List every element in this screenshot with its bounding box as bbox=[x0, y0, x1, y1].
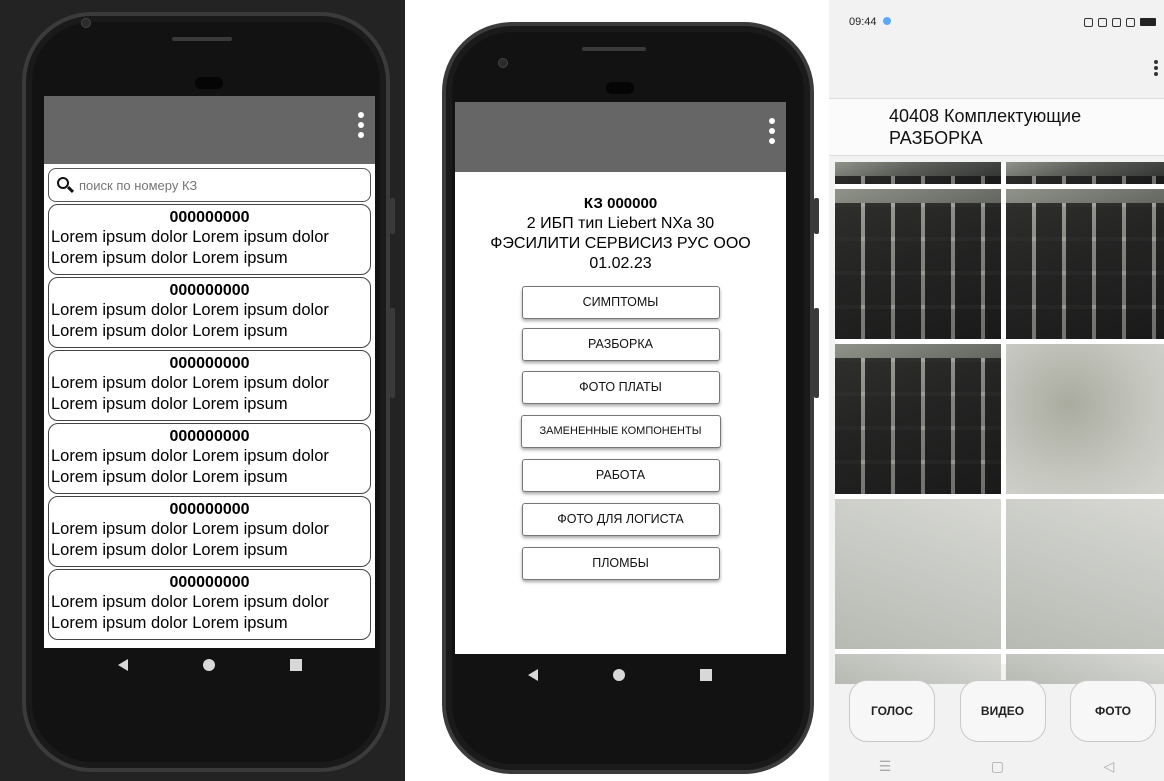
item-text-line1: Lorem ipsum dolor Lorem ipsum dolor bbox=[51, 374, 329, 392]
detail-screen: КЗ 000000 2 ИБП тип Liebert NXa 30 ФЭСИЛ… bbox=[455, 102, 786, 654]
front-camera bbox=[498, 58, 508, 68]
item-number: 000000000 bbox=[169, 428, 250, 445]
photo-thumbnail[interactable] bbox=[1006, 344, 1164, 494]
status-time: 09:44 bbox=[849, 16, 877, 28]
replaced-components-button[interactable]: ЗАМЕНЕННЫЕ КОМПОНЕНТЫ bbox=[520, 415, 721, 448]
speaker-grille bbox=[582, 47, 646, 51]
photo-button[interactable]: ФОТО bbox=[1070, 680, 1156, 742]
side-button bbox=[814, 308, 819, 398]
speaker-grille bbox=[172, 37, 232, 41]
title-line2: РАЗБОРКА bbox=[889, 128, 983, 148]
list-item[interactable]: 000000000 Lorem ipsum dolor Lorem ipsum … bbox=[48, 204, 371, 275]
phone-list-screen: 000000000 Lorem ipsum dolor Lorem ipsum … bbox=[0, 0, 405, 781]
item-text-line2: Lorem ipsum dolor Lorem ipsum bbox=[51, 322, 288, 340]
voice-button[interactable]: ГОЛОС bbox=[849, 680, 935, 742]
company-name: ФЭСИЛИТИ СЕРВИСИЗ РУС ООО bbox=[490, 235, 751, 252]
title-line1: 40408 Комплектующие bbox=[889, 106, 1082, 126]
search-field[interactable] bbox=[48, 168, 371, 202]
screenshot-collage: 000000000 Lorem ipsum dolor Lorem ipsum … bbox=[0, 0, 1164, 781]
item-text-line1: Lorem ipsum dolor Lorem ipsum dolor bbox=[51, 447, 329, 465]
overflow-menu-icon[interactable] bbox=[768, 118, 776, 148]
list-item[interactable]: 000000000 Lorem ipsum dolor Lorem ipsum … bbox=[48, 569, 371, 640]
search-icon bbox=[57, 177, 75, 194]
item-number: 000000000 bbox=[169, 501, 250, 518]
capture-buttons: ГОЛОС ВИДЕО ФОТО bbox=[829, 680, 1164, 742]
status-bar: 09:44 bbox=[829, 0, 1164, 44]
item-text-line1: Lorem ipsum dolor Lorem ipsum dolor bbox=[51, 301, 329, 319]
photo-thumbnail[interactable] bbox=[835, 344, 1001, 494]
list-item[interactable]: 000000000 Lorem ipsum dolor Lorem ipsum … bbox=[48, 350, 371, 421]
real-device-screen: 09:44 40408 Комплектующие РАЗБОРКА ГОЛОС… bbox=[829, 0, 1164, 781]
system-nav-bar bbox=[80, 652, 340, 678]
photo-thumbnail[interactable] bbox=[1006, 499, 1164, 649]
item-number: 000000000 bbox=[169, 355, 250, 372]
battery-icon bbox=[1140, 18, 1156, 26]
ks-date: 01.02.23 bbox=[589, 255, 652, 272]
ks-header: КЗ 000000 2 ИБП тип Liebert NXa 30 ФЭСИЛ… bbox=[455, 172, 786, 274]
side-button bbox=[390, 308, 395, 398]
side-button bbox=[390, 198, 395, 234]
overflow-menu-icon[interactable] bbox=[1154, 60, 1160, 78]
recents-icon[interactable] bbox=[700, 669, 713, 681]
home-icon[interactable] bbox=[202, 659, 215, 671]
work-button[interactable]: РАБОТА bbox=[521, 459, 720, 492]
settings-icon bbox=[882, 17, 891, 25]
wifi-icon bbox=[1112, 17, 1121, 27]
item-text-line1: Lorem ipsum dolor Lorem ipsum dolor bbox=[51, 520, 329, 538]
disassembly-button[interactable]: РАЗБОРКА bbox=[521, 328, 720, 361]
overflow-menu-icon[interactable] bbox=[357, 112, 365, 142]
logistics-photo-button[interactable]: ФОТО ДЛЯ ЛОГИСТА bbox=[521, 503, 720, 536]
system-nav-bar bbox=[490, 662, 750, 688]
device-line: 2 ИБП тип Liebert NXa 30 bbox=[526, 215, 715, 232]
list-item[interactable]: 000000000 Lorem ipsum dolor Lorem ipsum … bbox=[48, 496, 371, 567]
list-item[interactable]: 000000000 Lorem ipsum dolor Lorem ipsum … bbox=[48, 423, 371, 494]
photo-thumbnail[interactable] bbox=[835, 189, 1001, 339]
symptoms-button[interactable]: СИМПТОМЫ bbox=[521, 286, 720, 319]
earpiece bbox=[606, 82, 634, 94]
back-icon[interactable] bbox=[117, 659, 128, 671]
menu-icon[interactable]: ☰ bbox=[879, 758, 892, 775]
item-text-line2: Lorem ipsum dolor Lorem ipsum bbox=[51, 395, 288, 413]
status-icons bbox=[1084, 17, 1156, 27]
earpiece bbox=[195, 77, 223, 89]
page-title: 40408 Комплектующие РАЗБОРКА bbox=[829, 98, 1164, 156]
sim-icon bbox=[1126, 17, 1135, 27]
front-camera bbox=[81, 18, 91, 28]
item-number: 000000000 bbox=[169, 282, 250, 299]
item-text-line2: Lorem ipsum dolor Lorem ipsum bbox=[51, 249, 288, 267]
home-icon[interactable] bbox=[612, 669, 625, 681]
list-item[interactable]: 000000000 Lorem ipsum dolor Lorem ipsum … bbox=[48, 277, 371, 348]
photo-thumbnail[interactable] bbox=[835, 499, 1001, 649]
item-number: 000000000 bbox=[169, 574, 250, 591]
video-button[interactable]: ВИДЕО bbox=[959, 680, 1046, 742]
item-number: 000000000 bbox=[169, 209, 250, 226]
back-icon[interactable]: ◁ bbox=[1103, 758, 1114, 775]
app-bar bbox=[44, 96, 375, 164]
system-nav-bar: ☰ ▢ ◁ bbox=[829, 752, 1164, 781]
item-text-line2: Lorem ipsum dolor Lorem ipsum bbox=[51, 614, 288, 632]
seals-button[interactable]: ПЛОМБЫ bbox=[521, 547, 720, 580]
back-icon[interactable] bbox=[527, 669, 538, 681]
photo-thumbnail[interactable] bbox=[835, 162, 1001, 184]
nfc-icon bbox=[1084, 17, 1093, 27]
photo-thumbnail[interactable] bbox=[1006, 162, 1164, 184]
item-text-line1: Lorem ipsum dolor Lorem ipsum dolor bbox=[51, 228, 329, 246]
ks-number: КЗ 000000 bbox=[583, 195, 658, 212]
item-text-line2: Lorem ipsum dolor Lorem ipsum bbox=[51, 468, 288, 486]
item-text-line1: Lorem ipsum dolor Lorem ipsum dolor bbox=[51, 593, 329, 611]
vibrate-icon bbox=[1098, 17, 1107, 27]
item-text-line2: Lorem ipsum dolor Lorem ipsum bbox=[51, 541, 288, 559]
list-screen: 000000000 Lorem ipsum dolor Lorem ipsum … bbox=[44, 96, 375, 648]
home-icon[interactable]: ▢ bbox=[991, 758, 1004, 775]
recents-icon[interactable] bbox=[290, 659, 303, 671]
board-photo-button[interactable]: ФОТО ПЛАТЫ bbox=[521, 371, 720, 404]
search-input[interactable] bbox=[79, 177, 349, 193]
side-button bbox=[814, 198, 819, 234]
app-bar bbox=[455, 102, 786, 172]
photo-thumbnail[interactable] bbox=[1006, 189, 1164, 339]
photo-grid bbox=[835, 162, 1164, 684]
